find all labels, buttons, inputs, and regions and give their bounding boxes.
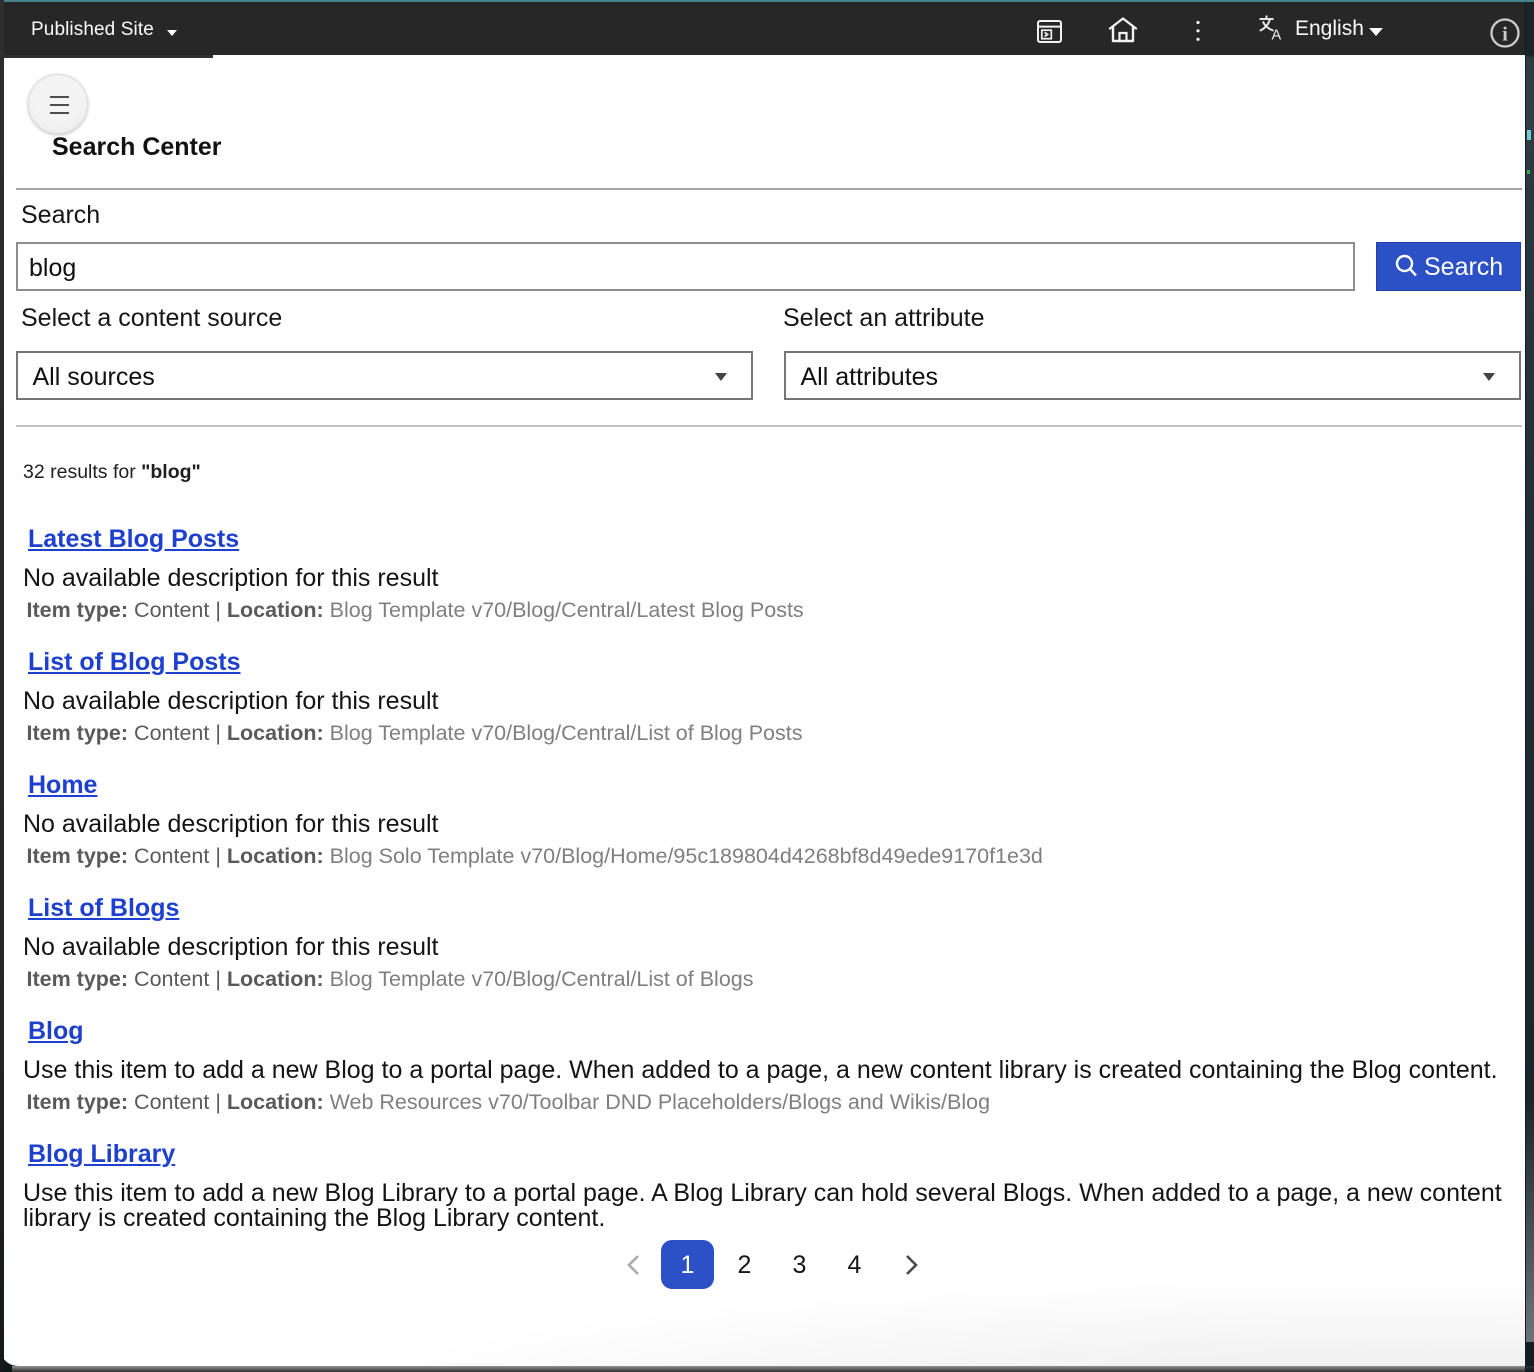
- svg-text:A: A: [1272, 28, 1282, 44]
- svg-text:i: i: [1502, 24, 1508, 46]
